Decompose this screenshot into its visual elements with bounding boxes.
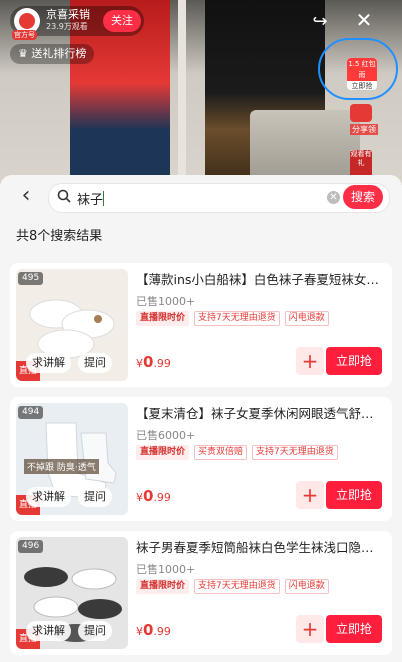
price-decimal: .99 (153, 491, 171, 504)
share-icon[interactable]: ↪ (308, 10, 332, 34)
product-tags: 直播限时价 支持7天无理由退货 闪电退款 (136, 579, 329, 594)
gift-rank-button[interactable]: ♛ 送礼排行榜 (10, 44, 95, 64)
back-button[interactable]: ‹ (14, 185, 38, 209)
tag: 买贵双倍赔 (194, 445, 248, 460)
product-search-sheet: ‹ ✕ 搜索 共8个搜索结果 495 直播 求讲解 提问 【薄款ins小白船袜】… (0, 175, 402, 662)
product-index: 495 (18, 272, 44, 285)
price-integer: 0 (143, 353, 154, 371)
product-card[interactable]: 496 直播 求讲解 提问 袜子男春夏季短筒船袜白色学生袜浅口隐形... 已售1… (10, 531, 392, 655)
pole (178, 0, 186, 185)
viewer-count: 23.9万观看 (46, 22, 88, 31)
buy-now-button[interactable]: 立即抢 (326, 615, 382, 643)
product-image[interactable]: 496 直播 求讲解 提问 (16, 537, 128, 649)
ask-question-button[interactable]: 提问 (78, 621, 112, 641)
add-to-cart-button[interactable]: + (296, 481, 324, 509)
product-index: 494 (18, 406, 44, 419)
ask-question-button[interactable]: 提问 (78, 487, 112, 507)
red-envelope-icon[interactable] (350, 104, 372, 122)
product-index: 496 (18, 540, 44, 553)
sold-count: 已售6000+ (136, 429, 196, 442)
tag: 直播限时价 (136, 579, 190, 594)
request-explain-button[interactable]: 求讲解 (26, 487, 71, 507)
search-bar[interactable]: ✕ 搜索 (48, 183, 390, 213)
tag: 直播限时价 (136, 311, 190, 326)
tag: 直播限时价 (136, 445, 190, 460)
price-decimal: .99 (153, 357, 171, 370)
tag: 支持7天无理由退货 (194, 579, 280, 594)
anchor-text: 京喜采销 23.9万观看 (46, 9, 90, 33)
promo-bottom-label: 立即抢 (351, 82, 373, 90)
product-card[interactable]: 495 直播 求讲解 提问 【薄款ins小白船袜】白色袜子春夏短袜女士纯棉...… (10, 263, 392, 387)
gift-rank-label: 送礼排行榜 (31, 47, 87, 60)
product-title[interactable]: 袜子男春夏季短筒船袜白色学生袜浅口隐形... (136, 539, 384, 557)
tag: 闪电退款 (284, 311, 329, 326)
product-image[interactable]: 495 直播 求讲解 提问 (16, 269, 128, 381)
image-overlay-text: 不掉跟 防臭·透气 (24, 459, 99, 474)
product-card[interactable]: 494 不掉跟 防臭·透气 直播 求讲解 提问 【夏末清仓】袜子女夏季休闲网眼透… (10, 397, 392, 521)
buy-now-button[interactable]: 立即抢 (326, 481, 382, 509)
search-button[interactable]: 搜索 (343, 185, 383, 209)
product-tags: 直播限时价 支持7天无理由退货 闪电退款 (136, 311, 329, 326)
close-icon[interactable]: ✕ (352, 8, 376, 32)
avatar-tag: 官方号 (12, 30, 37, 40)
price-integer: 0 (143, 487, 154, 505)
result-count: 共8个搜索结果 (16, 229, 103, 244)
red-packet-rain-button[interactable]: 1.5 红包雨 立即抢 (347, 58, 377, 90)
sold-count: 已售1000+ (136, 295, 196, 308)
text-caret (103, 191, 104, 206)
product-title[interactable]: 【夏末清仓】袜子女夏季休闲网眼透气舒适... (136, 405, 384, 423)
follow-button[interactable]: 关注 (103, 10, 141, 32)
add-to-cart-button[interactable]: + (296, 615, 324, 643)
price-integer: 0 (143, 621, 154, 639)
tag: 支持7天无理由退货 (252, 445, 338, 460)
price: ¥0.99 (136, 621, 171, 639)
buy-now-button[interactable]: 立即抢 (326, 347, 382, 375)
request-explain-button[interactable]: 求讲解 (26, 353, 71, 373)
search-input[interactable] (77, 188, 297, 208)
watch-reward-button[interactable]: 观看有礼 (350, 150, 372, 178)
price: ¥0.99 (136, 487, 171, 505)
tag: 支持7天无理由退货 (194, 311, 280, 326)
price-symbol: ¥ (136, 491, 143, 504)
table-items (250, 110, 360, 185)
price-symbol: ¥ (136, 625, 143, 638)
sold-count: 已售1000+ (136, 563, 196, 576)
crown-icon: ♛ (18, 47, 28, 60)
tag: 闪电退款 (284, 579, 329, 594)
share-reward-label[interactable]: 分享领 (350, 124, 378, 135)
live-video-background: 官方号 京喜采销 23.9万观看 关注 ♛ 送礼排行榜 ↪ ✕ 1.5 红包雨 … (0, 0, 402, 185)
promo-top-label: 1.5 红包雨 (347, 58, 377, 81)
price-decimal: .99 (153, 625, 171, 638)
clear-icon[interactable]: ✕ (327, 191, 340, 204)
avatar[interactable]: 官方号 (12, 8, 40, 40)
price-symbol: ¥ (136, 357, 143, 370)
add-to-cart-button[interactable]: + (296, 347, 324, 375)
search-icon (57, 189, 71, 203)
product-title[interactable]: 【薄款ins小白船袜】白色袜子春夏短袜女士纯棉... (136, 271, 384, 289)
anchor-name: 京喜采销 (46, 8, 90, 21)
product-tags: 直播限时价 买贵双倍赔 支持7天无理由退货 (136, 445, 338, 460)
price: ¥0.99 (136, 353, 171, 371)
ask-question-button[interactable]: 提问 (78, 353, 112, 373)
product-image[interactable]: 494 不掉跟 防臭·透气 直播 求讲解 提问 (16, 403, 128, 515)
request-explain-button[interactable]: 求讲解 (26, 621, 71, 641)
